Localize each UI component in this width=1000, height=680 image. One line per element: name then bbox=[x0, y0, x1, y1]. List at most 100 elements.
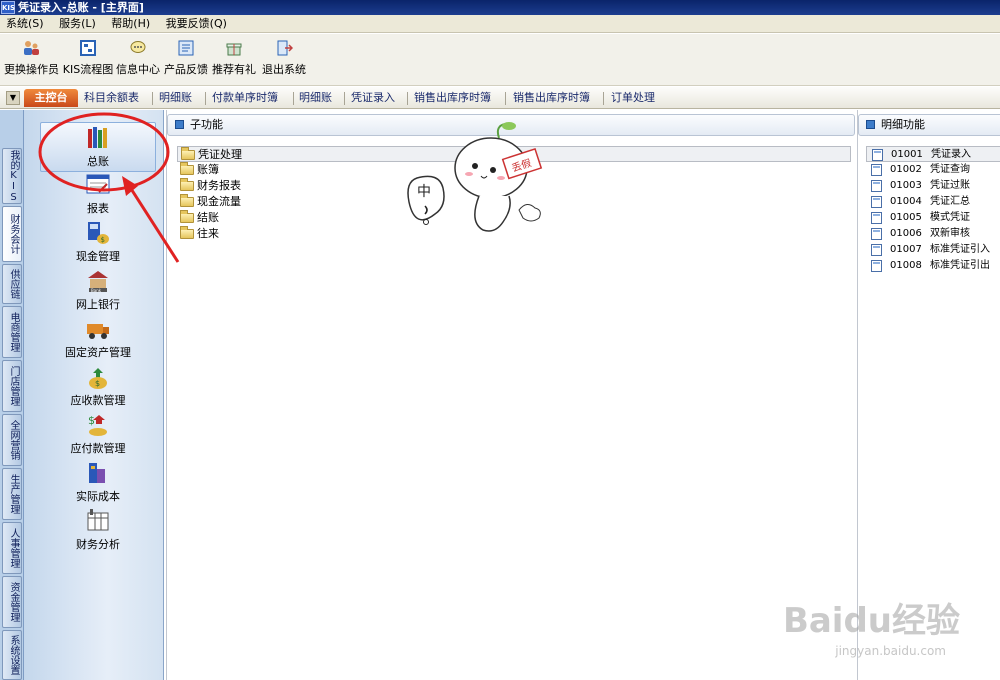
module-financial-analysis[interactable]: 财务分析 bbox=[40, 508, 156, 552]
tab-sales-outbound-1[interactable]: 销售出库序时簿 bbox=[414, 90, 491, 106]
svg-text:$: $ bbox=[88, 414, 95, 427]
toolbar: 更换操作员 KIS流程图 信息中心 产品反馈 推荐有礼 退出系统 bbox=[0, 34, 1000, 86]
change-operator-icon bbox=[24, 41, 39, 55]
tab-order-processing[interactable]: 订单处理 bbox=[611, 90, 655, 106]
analysis-icon bbox=[87, 509, 109, 531]
receivable-icon: $ bbox=[89, 368, 107, 389]
document-icon bbox=[871, 244, 882, 256]
cost-icon bbox=[89, 463, 105, 483]
tab-separator bbox=[407, 92, 408, 105]
cartoon-sticker: 中 丢假 bbox=[407, 122, 543, 232]
fixed-asset-icon bbox=[87, 324, 109, 339]
bank-icon: Bank bbox=[88, 271, 108, 293]
folder-icon bbox=[181, 147, 195, 160]
tab-separator bbox=[205, 92, 206, 105]
tab-separator bbox=[603, 92, 604, 105]
panel-marker-icon bbox=[175, 120, 184, 129]
tab-detail-ledger-2[interactable]: 明细账 bbox=[299, 90, 332, 106]
menu-system[interactable]: 系统(S) bbox=[6, 17, 44, 30]
vtab-settings[interactable]: 系统设置 bbox=[2, 630, 22, 680]
exit-system-button[interactable]: 退出系统 bbox=[262, 39, 306, 77]
watermark-url: jingyan.baidu.com bbox=[835, 644, 946, 658]
vtab-production[interactable]: 生产管理 bbox=[2, 468, 22, 520]
detail-item-dual-review[interactable]: 01006 双新审核 bbox=[866, 226, 1000, 242]
menu-bar: 系统(S) 服务(L) 帮助(H) 我要反馈(Q) bbox=[0, 15, 1000, 33]
folder-icon bbox=[180, 162, 194, 175]
tab-payment-journal[interactable]: 付款单序时簿 bbox=[212, 90, 278, 106]
recommend-gift-button[interactable]: 推荐有礼 bbox=[212, 39, 256, 77]
folder-icon bbox=[180, 210, 194, 223]
module-payables[interactable]: $ 应付款管理 bbox=[40, 412, 156, 456]
detail-function-list: 01001 凭证录入 01002 凭证查询 01003 凭证过账 01004 凭证汇总 … bbox=[866, 146, 1000, 274]
vtab-ecommerce[interactable]: 电商管理 bbox=[2, 306, 22, 358]
document-icon bbox=[871, 196, 882, 208]
menu-help[interactable]: 帮助(H) bbox=[111, 17, 150, 30]
tab-strip: ▼ 主控台 科目余额表 明细账 付款单序时簿 明细账 凭证录入 销售出库序时簿 … bbox=[0, 87, 1000, 109]
svg-text:$: $ bbox=[95, 379, 100, 388]
folder-icon bbox=[180, 194, 194, 207]
panel-marker-icon bbox=[866, 120, 875, 129]
exit-icon bbox=[277, 40, 293, 56]
document-icon bbox=[871, 228, 882, 240]
message-center-button[interactable]: 信息中心 bbox=[116, 39, 160, 77]
cash-icon: $ bbox=[88, 222, 109, 244]
tab-voucher-entry[interactable]: 凭证录入 bbox=[351, 90, 395, 106]
vtab-store[interactable]: 门店管理 bbox=[2, 360, 22, 412]
menu-service[interactable]: 服务(L) bbox=[59, 17, 96, 30]
document-icon bbox=[871, 180, 882, 192]
detail-item-voucher-export[interactable]: 01008 标准凭证引出 bbox=[866, 258, 1000, 274]
window-title: 凭证录入-总账 - [主界面] bbox=[18, 1, 144, 14]
tab-separator bbox=[152, 92, 153, 105]
tab-separator bbox=[505, 92, 506, 105]
vertical-module-tabs: 我的KIS 财务会计 供应链 电商管理 门店管理 全网营销 生产管理 人事管理 … bbox=[0, 110, 24, 680]
detail-item-voucher-entry[interactable]: 01001 凭证录入 bbox=[866, 146, 1000, 162]
sub-function-panel: 子功能 凭证处理 账簿 财务报表 现金流量 结账 往来 中 丢假 bbox=[166, 110, 856, 680]
kis-flow-button[interactable]: KIS流程图 bbox=[62, 39, 114, 77]
title-bar: KIS 凭证录入-总账 - [主界面] bbox=[0, 0, 1000, 15]
detail-item-voucher-posting[interactable]: 01003 凭证过账 bbox=[866, 178, 1000, 194]
module-general-ledger[interactable]: 总账 bbox=[40, 122, 156, 172]
tab-detail-ledger[interactable]: 明细账 bbox=[159, 90, 192, 106]
module-actual-cost[interactable]: 实际成本 bbox=[40, 460, 156, 504]
tab-account-balance[interactable]: 科目余额表 bbox=[84, 90, 139, 106]
baidu-watermark: Baidu经验 bbox=[782, 601, 960, 641]
tab-separator bbox=[344, 92, 345, 105]
tab-dropdown-icon[interactable]: ▼ bbox=[6, 91, 20, 105]
vtab-my-kis[interactable]: 我的KIS bbox=[2, 148, 22, 204]
module-panel: 总账 报表 $ 现金管理 Bank 网上银行 固定资产管理 $ 应收款管理 $ … bbox=[24, 110, 164, 680]
module-online-bank[interactable]: Bank 网上银行 bbox=[40, 268, 156, 312]
payable-icon: $ bbox=[88, 414, 107, 436]
detail-item-voucher-summary[interactable]: 01004 凭证汇总 bbox=[866, 194, 1000, 210]
product-feedback-button[interactable]: 产品反馈 bbox=[164, 39, 208, 77]
tab-sales-outbound-2[interactable]: 销售出库序时簿 bbox=[513, 90, 590, 106]
vtab-funds[interactable]: 资金管理 bbox=[2, 576, 22, 628]
vtab-marketing[interactable]: 全网营销 bbox=[2, 414, 22, 466]
tab-main-console[interactable]: 主控台 bbox=[24, 89, 78, 107]
vtab-finance[interactable]: 财务会计 bbox=[2, 206, 22, 262]
gift-icon bbox=[226, 43, 242, 56]
feedback-icon bbox=[178, 40, 194, 56]
message-center-icon bbox=[130, 41, 146, 53]
folder-icon bbox=[180, 178, 194, 191]
document-icon bbox=[872, 149, 883, 161]
module-cash[interactable]: $ 现金管理 bbox=[40, 220, 156, 264]
kis-flow-icon bbox=[80, 40, 96, 56]
svg-text:Bank: Bank bbox=[91, 288, 102, 293]
ledger-icon bbox=[88, 127, 107, 148]
menu-feedback[interactable]: 我要反馈(Q) bbox=[166, 17, 227, 30]
tab-separator bbox=[293, 92, 294, 105]
vtab-supply-chain[interactable]: 供应链 bbox=[2, 264, 22, 304]
detail-item-template-voucher[interactable]: 01005 模式凭证 bbox=[866, 210, 1000, 226]
report-icon bbox=[86, 174, 110, 194]
module-report[interactable]: 报表 bbox=[40, 172, 156, 216]
detail-item-voucher-query[interactable]: 01002 凭证查询 bbox=[866, 162, 1000, 178]
document-icon bbox=[871, 212, 882, 224]
folder-icon bbox=[180, 226, 194, 239]
module-receivables[interactable]: $ 应收款管理 bbox=[40, 364, 156, 408]
document-icon bbox=[871, 260, 882, 272]
detail-item-voucher-import[interactable]: 01007 标准凭证引入 bbox=[866, 242, 1000, 258]
svg-text:$: $ bbox=[101, 236, 105, 244]
change-operator-button[interactable]: 更换操作员 bbox=[4, 39, 59, 77]
vtab-hr[interactable]: 人事管理 bbox=[2, 522, 22, 574]
module-fixed-assets[interactable]: 固定资产管理 bbox=[40, 316, 156, 360]
